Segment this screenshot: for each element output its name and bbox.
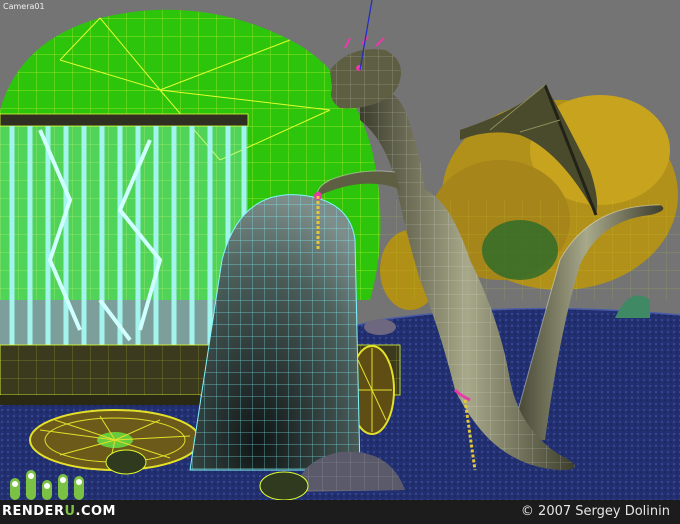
scene-render (0, 0, 680, 524)
copyright-text: © 2007 Sergey Dolinin (520, 504, 670, 519)
logo-text-suffix: .COM (75, 504, 116, 519)
3d-viewport[interactable]: Camera01 RENDERU.COM © 2007 Sergey Dolin… (0, 0, 680, 524)
viewport-label[interactable]: Camera01 (3, 2, 45, 11)
logo-text[interactable]: RENDERU.COM (2, 504, 116, 519)
logo-text-prefix: RENDER (2, 504, 65, 519)
logo-text-accent: U (64, 504, 76, 519)
